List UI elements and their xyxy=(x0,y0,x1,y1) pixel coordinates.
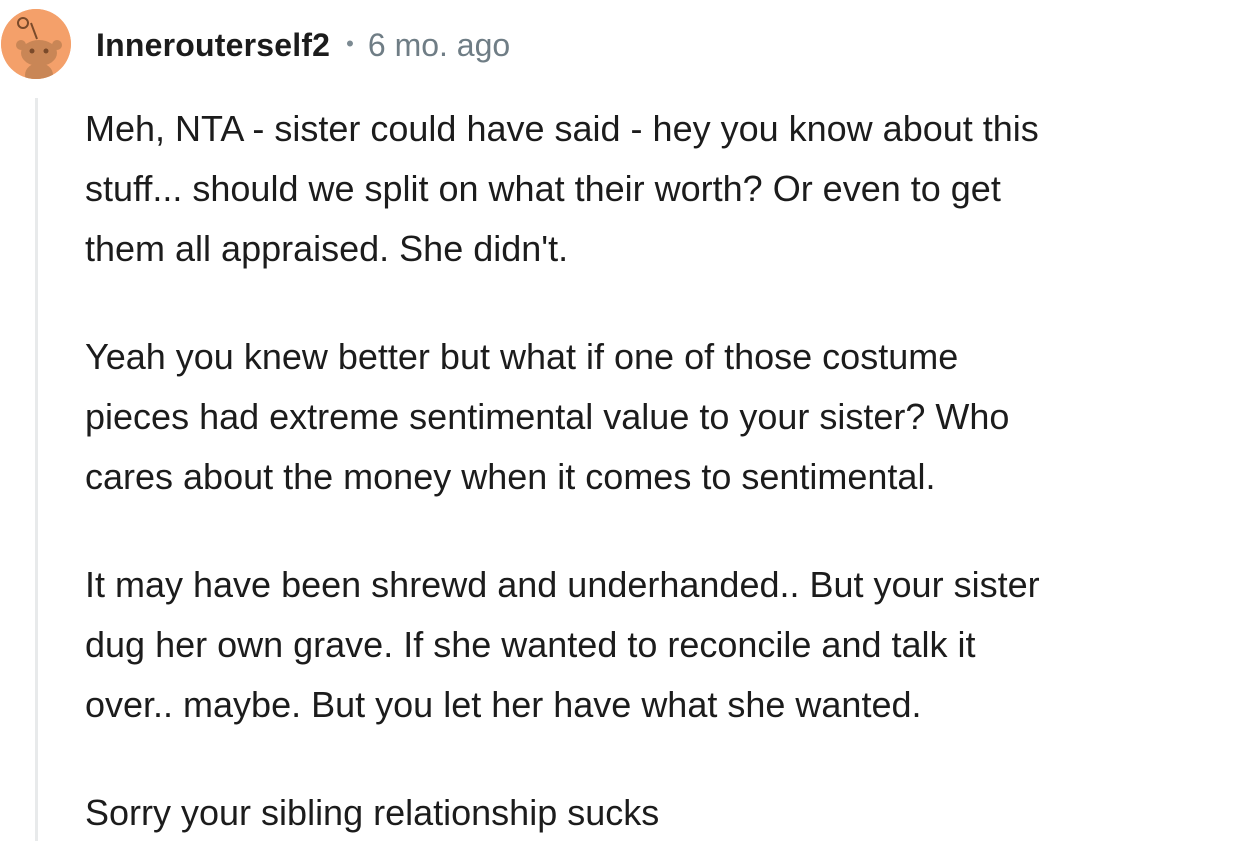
username[interactable]: Innerouterself2 xyxy=(96,27,330,64)
snoo-avatar-icon xyxy=(1,9,71,79)
meta-separator: • xyxy=(346,31,354,56)
comment: Innerouterself2 • 6 mo. ago Meh, NTA - s… xyxy=(0,0,1245,841)
comment-paragraph: Sorry your sibling relationship sucks xyxy=(85,792,660,833)
comment-body: Meh, NTA - sister could have said - hey … xyxy=(85,99,1245,843)
comment-paragraph: Yeah you knew better but what if one of … xyxy=(85,336,1010,497)
comment-paragraph: It may have been shrewd and underhanded.… xyxy=(85,564,1040,725)
avatar[interactable] xyxy=(1,9,71,79)
comment-header: Innerouterself2 • 6 mo. ago xyxy=(96,20,510,70)
timestamp[interactable]: 6 mo. ago xyxy=(368,27,510,64)
comment-paragraph: Meh, NTA - sister could have said - hey … xyxy=(85,108,1039,269)
thread-line[interactable] xyxy=(35,98,38,841)
